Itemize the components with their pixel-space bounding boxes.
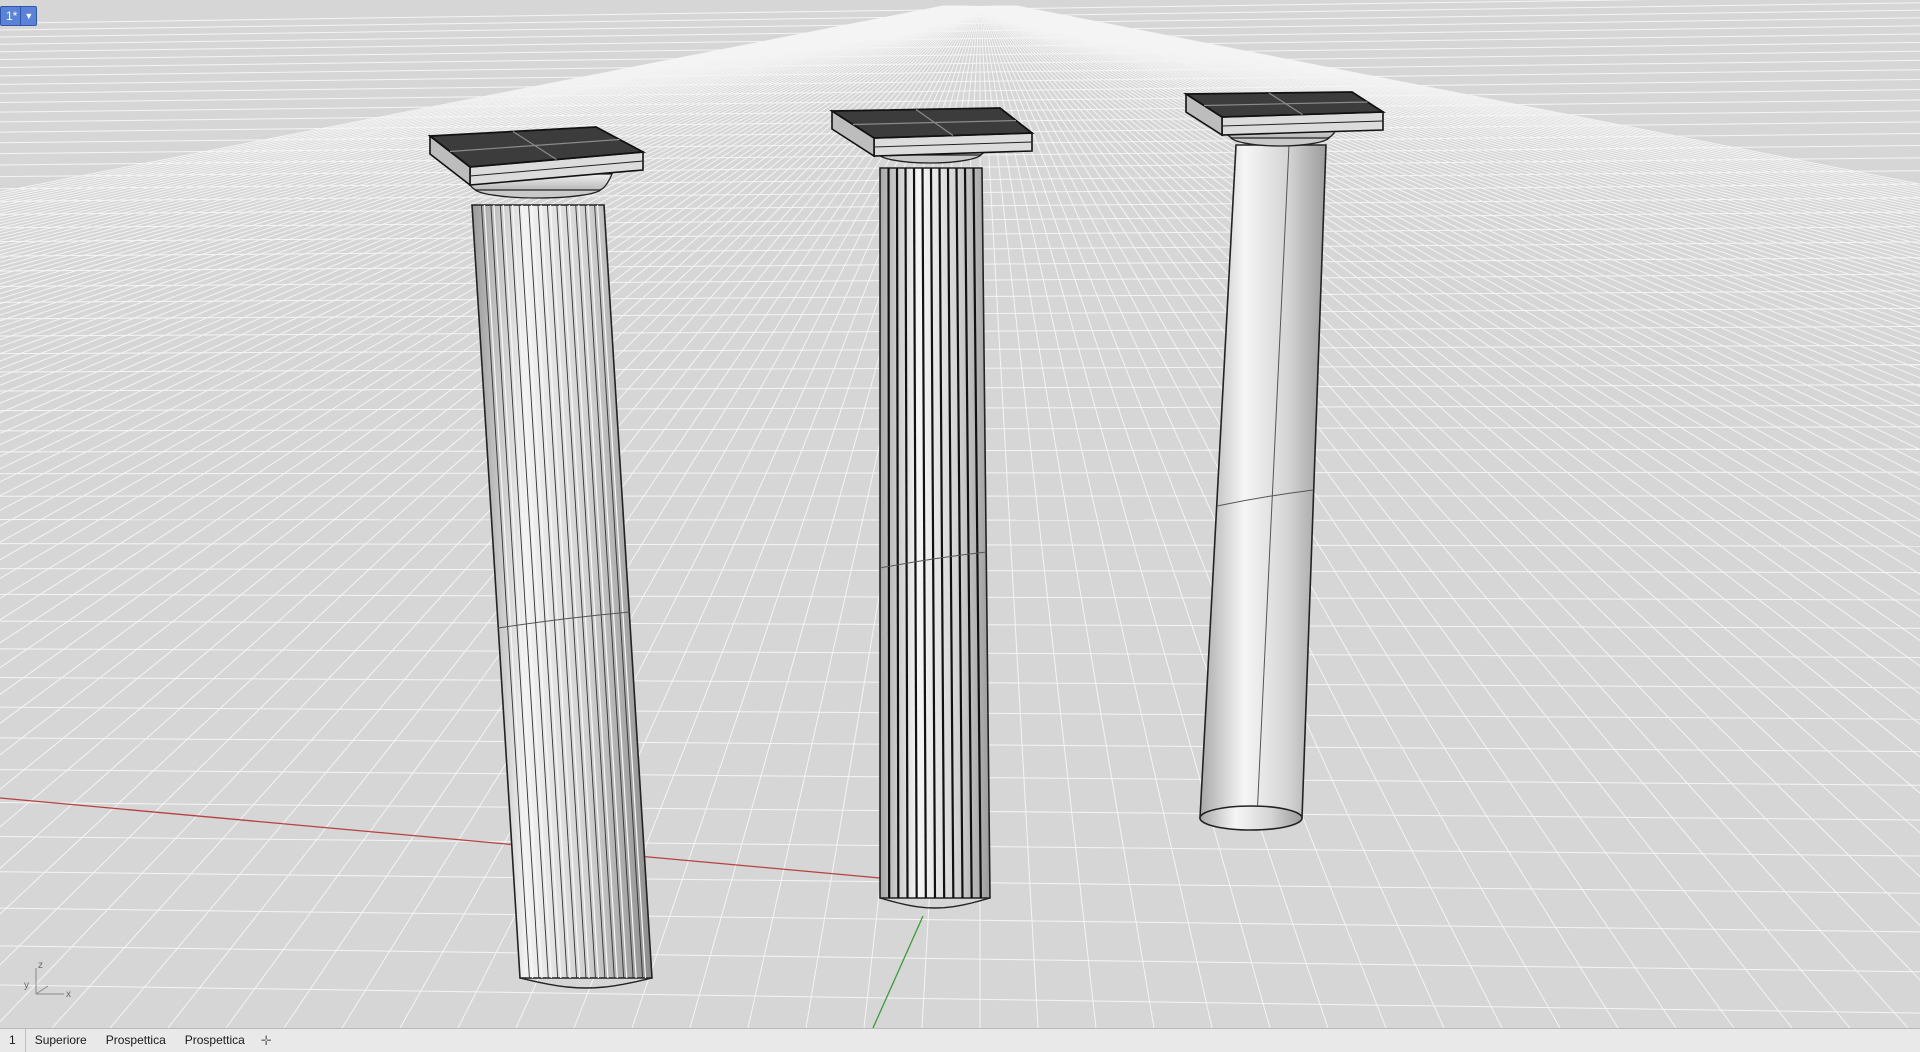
chevron-down-icon[interactable]: ▼: [20, 7, 36, 25]
grid-line: [985, 6, 1676, 1028]
column-base-edge: [880, 898, 990, 908]
grid-line: [0, 946, 1920, 972]
viewport-label[interactable]: 1*: [1, 7, 20, 25]
column-base-edge: [520, 978, 652, 988]
column-flute: [897, 168, 898, 898]
grid-line: [0, 908, 1920, 932]
column-base-edge: [1200, 806, 1302, 830]
plus-icon[interactable]: ✛: [255, 1033, 278, 1049]
column-fluted-left[interactable]: [430, 127, 652, 988]
tab-1[interactable]: 1: [0, 1029, 26, 1052]
grid-line: [0, 985, 1920, 1013]
column-flute: [889, 168, 890, 898]
viewport-tab-bar: 1 Superiore Prospettica Prospettica ✛: [0, 1028, 1920, 1052]
axis-x-label: x: [66, 989, 71, 998]
tab-prospettica-1[interactable]: Prospettica: [97, 1029, 176, 1052]
world-axes-icon: x y z: [18, 958, 78, 998]
grid-line: [983, 6, 1444, 1028]
grid-line: [981, 6, 1154, 1028]
y-axis-line: [873, 916, 923, 1028]
scene-canvas[interactable]: [0, 0, 1920, 1028]
grid-line: [982, 6, 1212, 1028]
perspective-viewport[interactable]: 1* ▼ x y z: [0, 0, 1920, 1028]
column-shaft: [1200, 145, 1326, 818]
grid-line: [986, 6, 1792, 1028]
tab-superiore[interactable]: Superiore: [26, 1029, 97, 1052]
column-fluted-center[interactable]: [832, 108, 1032, 908]
grid-line: [0, 79, 1920, 102]
viewport-title-tab[interactable]: 1* ▼: [0, 6, 37, 26]
tab-prospettica-2[interactable]: Prospettica: [176, 1029, 255, 1052]
grid-line: [981, 6, 1096, 1028]
axis-z-label: z: [38, 960, 43, 971]
axis-y-label: y: [24, 980, 29, 991]
capital-abacus-top: [1186, 92, 1383, 117]
